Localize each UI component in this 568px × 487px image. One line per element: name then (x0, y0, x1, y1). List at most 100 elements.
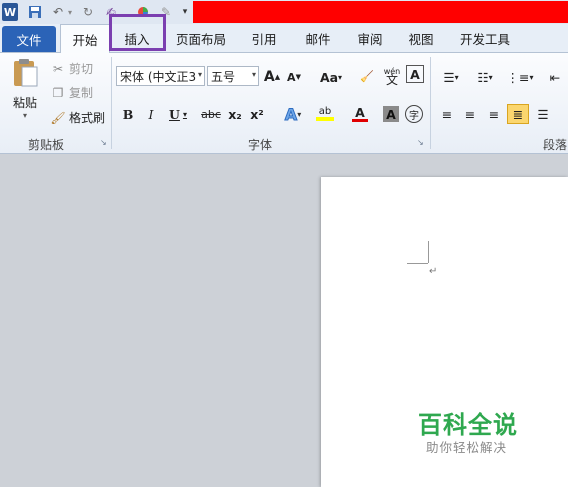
clipboard-launcher-icon[interactable]: ↘ (100, 138, 109, 147)
multilevel-list-button[interactable]: ⋮≡ ▾ (505, 67, 535, 87)
font-color-icon: A (355, 104, 365, 120)
align-right-icon: ≡ (488, 106, 500, 122)
copy-button[interactable]: ❐ 复制 (50, 84, 93, 101)
cut-label: 剪切 (69, 62, 94, 76)
font-launcher-icon[interactable]: ↘ (417, 138, 426, 147)
tab-view[interactable]: 视图 (397, 24, 445, 52)
justify-icon: ≣ (512, 106, 524, 122)
format-painter-button[interactable]: 🖌 格式刷 (50, 109, 105, 126)
character-shading-button[interactable]: A (383, 106, 399, 122)
text-effects-icon: A (284, 104, 298, 124)
clipboard-group-label: 剪贴板 (28, 138, 65, 152)
copy-label: 复制 (69, 86, 94, 100)
grow-font-button[interactable]: A ▲ (263, 67, 281, 87)
strikethrough-icon: abc (201, 107, 221, 121)
subscript-icon: x₂ (228, 106, 242, 122)
redo-icon[interactable]: ↻ (80, 3, 96, 21)
paste-button[interactable]: 粘贴 ▾ (8, 58, 42, 130)
tab-developer[interactable]: 开发工具 (452, 24, 518, 52)
save-icon[interactable] (27, 3, 43, 21)
shrink-font-button[interactable]: A ▼ (285, 67, 303, 87)
font-color-button[interactable]: A (345, 104, 375, 124)
copy-icon: ❐ (52, 85, 64, 100)
char-shading-icon: A (386, 106, 396, 122)
quick-access-toolbar: W ↶ ▾ ↻ ✍ ✎ ▾ (0, 0, 568, 25)
numbering-icon: ☷ (477, 69, 489, 85)
distributed-button[interactable]: ☰ (533, 104, 553, 124)
undo-icon[interactable]: ↶ (50, 3, 66, 21)
customize-qat-icon[interactable]: ▾ (180, 3, 190, 21)
chevron-down-icon: ▾ (251, 70, 256, 79)
strikethrough-button[interactable]: abc (199, 104, 223, 124)
text-effects-button[interactable]: A ▾ (280, 104, 306, 124)
scissors-icon: ✂ (52, 61, 64, 76)
bullets-button[interactable]: ☰ ▾ (436, 67, 466, 87)
watermark-title: 百科全说 (418, 411, 518, 439)
distributed-icon: ☰ (537, 106, 549, 122)
enclose-icon: 字 (409, 110, 419, 122)
font-size-combo[interactable]: 五号 ▾ (207, 66, 259, 86)
bullets-icon: ☰ (443, 69, 455, 85)
numbering-button[interactable]: ☷ ▾ (470, 67, 500, 87)
shrink-font-icon: A (287, 70, 296, 84)
font-size-value: 五号 (211, 69, 236, 84)
paragraph-mark: ↵ (429, 266, 438, 277)
subscript-button[interactable]: x₂ (226, 104, 244, 124)
paste-dropdown-icon: ▾ (22, 111, 27, 120)
align-right-button[interactable]: ≡ (484, 104, 504, 124)
tab-references[interactable]: 引用 (240, 24, 288, 52)
italic-icon: I (148, 106, 154, 122)
change-case-icon: Aa (319, 69, 339, 85)
align-center-button[interactable]: ≡ (460, 104, 480, 124)
bold-icon: B (122, 106, 134, 122)
phonetic-char-icon: 文 (385, 73, 398, 87)
decrease-indent-button[interactable]: ⇤ (545, 67, 565, 87)
align-left-icon: ≡ (441, 106, 453, 122)
margin-corner-mark (407, 263, 428, 264)
paragraph-group-label: 段落 (543, 138, 568, 152)
font-name-value: 宋体 (中文正3 (120, 69, 196, 84)
chevron-down-icon: ▾ (197, 70, 202, 79)
justify-button[interactable]: ≣ (507, 104, 529, 124)
ribbon-tab-bar: 文件 开始 插入 页面布局 引用 邮件 审阅 视图 开发工具 (0, 24, 568, 53)
char-border-icon: A (410, 66, 420, 82)
clear-format-icon: 🧹 (360, 69, 374, 83)
phonetic-guide-button[interactable]: wén 文 (381, 64, 403, 88)
format-painter-label: 格式刷 (69, 111, 106, 125)
cut-button[interactable]: ✂ 剪切 (50, 60, 93, 77)
font-group-label: 字体 (248, 138, 273, 152)
tab-home[interactable]: 开始 (60, 24, 110, 53)
undo-dropdown-icon[interactable]: ▾ (66, 3, 74, 21)
highlight-icon: ab (318, 106, 332, 117)
title-bar-redaction (193, 1, 568, 23)
tab-page-layout[interactable]: 页面布局 (170, 24, 232, 52)
align-left-button[interactable]: ≡ (437, 104, 457, 124)
change-case-button[interactable]: Aa ▾ (316, 67, 346, 87)
watermark-subtitle: 助你轻松解决 (426, 440, 508, 455)
bold-button[interactable]: B (120, 104, 136, 124)
superscript-button[interactable]: x² (248, 104, 266, 124)
underline-icon: U (169, 106, 180, 122)
tab-file[interactable]: 文件 (2, 26, 56, 52)
grow-font-icon: A (263, 69, 275, 85)
enclose-characters-button[interactable]: 字 (405, 105, 423, 123)
tab-review[interactable]: 审阅 (346, 24, 394, 52)
insert-tab-highlight-box (109, 14, 166, 51)
group-separator (111, 57, 112, 149)
character-border-button[interactable]: A (406, 65, 424, 83)
highlight-button[interactable]: ab (310, 104, 340, 124)
align-center-icon: ≡ (464, 106, 476, 122)
clear-formatting-button[interactable]: 🧹 (356, 64, 378, 88)
font-name-combo[interactable]: 宋体 (中文正3 ▾ (116, 66, 205, 86)
ribbon-home: 粘贴 ▾ ✂ 剪切 ❐ 复制 🖌 格式刷 剪贴板 ↘ 宋体 (中文正3 ▾ 五号 ▾ … (0, 53, 568, 154)
italic-button[interactable]: I (143, 104, 159, 124)
paste-label: 粘贴 (12, 96, 37, 110)
tab-mailings[interactable]: 邮件 (294, 24, 342, 52)
word-app-icon[interactable]: W (2, 3, 18, 21)
margin-corner-mark (428, 241, 429, 263)
underline-button[interactable]: U ▾ (166, 104, 190, 124)
multilevel-list-icon: ⋮≡ (506, 69, 530, 85)
decrease-indent-icon: ⇤ (549, 69, 561, 85)
paintbrush-icon: 🖌 (50, 110, 66, 125)
superscript-icon: x² (250, 106, 264, 122)
